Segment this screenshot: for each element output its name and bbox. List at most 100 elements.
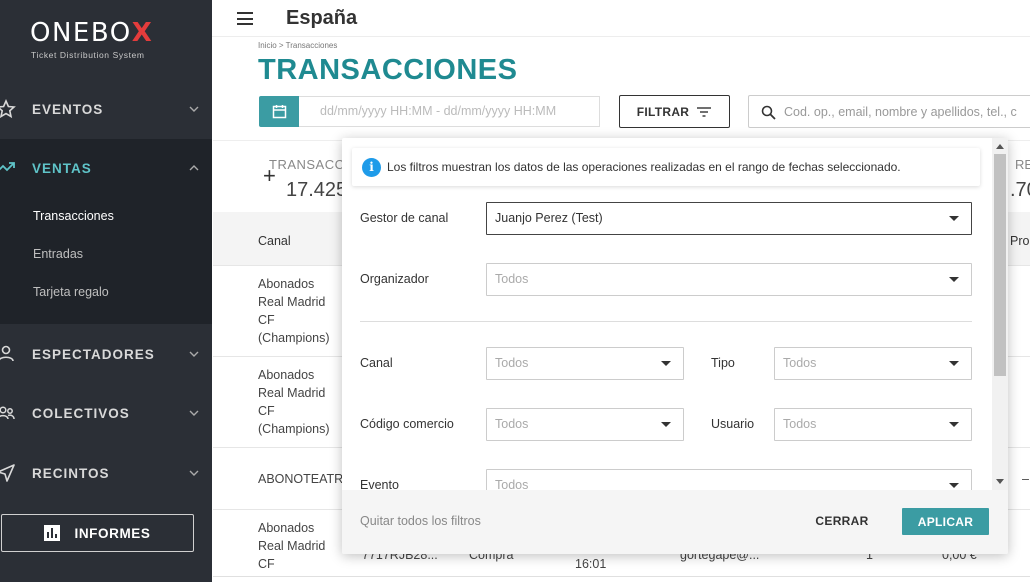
nav-eventos-label: EVENTOS bbox=[32, 101, 104, 117]
cell-text: ABONOTEATR bbox=[258, 472, 344, 486]
star-icon bbox=[0, 99, 16, 119]
calendar-icon bbox=[272, 105, 286, 119]
search-input[interactable] bbox=[784, 96, 1030, 127]
table-row[interactable]: ABONOTEATR bbox=[258, 470, 343, 488]
onebox-logo[interactable]: ONEBOX Ticket Distribution System bbox=[0, 0, 212, 80]
dropdown-arrow-icon bbox=[949, 483, 959, 488]
label-canal: Canal bbox=[360, 356, 393, 370]
filter-button[interactable]: FILTRAR bbox=[619, 95, 730, 128]
dropdown-arrow-icon bbox=[949, 422, 959, 427]
search-box bbox=[748, 95, 1030, 128]
column-header-right[interactable]: Pro bbox=[1010, 234, 1029, 248]
summary-label: TRANSACC bbox=[269, 157, 345, 172]
cell-text: CF bbox=[258, 313, 275, 327]
nav-recintos-label: RECINTOS bbox=[32, 465, 110, 481]
dropdown-arrow-icon bbox=[661, 361, 671, 366]
table-row[interactable]: Abonados Real Madrid CF (Champions) bbox=[258, 366, 330, 438]
scroll-up-icon[interactable] bbox=[996, 144, 1004, 149]
nav-colectivos[interactable]: COLECTIVOS bbox=[0, 384, 212, 442]
nav-espectadores-label: ESPECTADORES bbox=[32, 346, 155, 362]
topbar: España bbox=[212, 0, 1030, 37]
summary-value: 17.425 bbox=[286, 179, 348, 201]
close-button[interactable]: CERRAR bbox=[808, 507, 876, 535]
section-divider bbox=[360, 321, 972, 322]
breadcrumb[interactable]: Inicio > Transacciones bbox=[258, 41, 337, 50]
nav-espectadores[interactable]: ESPECTADORES bbox=[0, 325, 212, 383]
chevron-down-icon bbox=[189, 106, 199, 112]
sidebar-item-transacciones[interactable]: Transacciones bbox=[33, 209, 114, 223]
nav-recintos[interactable]: RECINTOS bbox=[0, 444, 212, 502]
filter-label: FILTRAR bbox=[636, 104, 690, 119]
label-organizador: Organizador bbox=[360, 272, 429, 286]
chevron-down-icon bbox=[189, 410, 199, 416]
sidebar-item-tarjeta-regalo[interactable]: Tarjeta regalo bbox=[33, 285, 109, 299]
informes-button[interactable]: INFORMES bbox=[1, 514, 194, 552]
nav-colectivos-label: COLECTIVOS bbox=[32, 405, 130, 421]
table-row[interactable]: Abonados Real Madrid CF (Champions) bbox=[258, 275, 330, 347]
apply-button[interactable]: APLICAR bbox=[902, 508, 989, 535]
date-range-input[interactable]: dd/mm/yyyy HH:MM - dd/mm/yyyy HH:MM bbox=[299, 96, 600, 127]
tipo-value: Todos bbox=[783, 356, 817, 370]
chevron-down-icon bbox=[189, 470, 199, 476]
clear-filters-link[interactable]: Quitar todos los filtros bbox=[360, 514, 481, 528]
cell-text: CF bbox=[258, 557, 275, 571]
label-codigo-comercio: Código comercio bbox=[360, 417, 454, 431]
usuario-select[interactable]: Todos bbox=[774, 408, 972, 441]
codigo-comercio-value: Todos bbox=[495, 417, 529, 431]
tipo-select[interactable]: Todos bbox=[774, 347, 972, 380]
trend-icon bbox=[0, 162, 15, 172]
cell-text: (Champions) bbox=[258, 422, 330, 436]
dropdown-arrow-icon bbox=[949, 277, 959, 282]
dialog-footer: Quitar todos los filtros CERRAR APLICAR bbox=[342, 490, 1008, 554]
dropdown-arrow-icon bbox=[949, 361, 959, 366]
cell-hora: 16:01 bbox=[575, 557, 607, 571]
gestor-canal-value: Juanjo Perez (Test) bbox=[495, 211, 603, 225]
page-title: TRANSACCIONES bbox=[258, 54, 518, 86]
dropdown-arrow-icon bbox=[661, 422, 671, 427]
summary-value-right: .70 bbox=[1010, 179, 1030, 201]
scroll-thumb[interactable] bbox=[994, 154, 1006, 376]
search-icon bbox=[761, 105, 776, 120]
cell-text: Abonados bbox=[258, 277, 315, 291]
location-icon bbox=[0, 464, 15, 482]
group-icon bbox=[0, 406, 15, 420]
calendar-button[interactable] bbox=[259, 96, 299, 127]
nav-ventas[interactable]: VENTAS bbox=[0, 139, 212, 197]
logo-x: X bbox=[131, 18, 154, 48]
person-icon bbox=[0, 345, 14, 362]
info-text: Los filtros muestran los datos de las op… bbox=[387, 160, 901, 174]
gestor-canal-select[interactable]: Juanjo Perez (Test) bbox=[486, 202, 972, 235]
bar-chart-icon bbox=[44, 525, 61, 541]
canal-select[interactable]: Todos bbox=[486, 347, 684, 380]
canal-value: Todos bbox=[495, 356, 529, 370]
sidebar-item-entradas[interactable]: Entradas bbox=[33, 247, 83, 261]
cell-text: (Champions) bbox=[258, 331, 330, 345]
filter-icon bbox=[697, 106, 712, 117]
filter-dialog: i Los filtros muestran los datos de las … bbox=[342, 138, 1008, 554]
label-usuario: Usuario bbox=[711, 417, 755, 431]
dialog-scrollbar[interactable] bbox=[992, 138, 1008, 490]
chevron-up-icon bbox=[189, 165, 199, 171]
codigo-comercio-select[interactable]: Todos bbox=[486, 408, 684, 441]
informes-label: INFORMES bbox=[74, 525, 151, 541]
entity-title: España bbox=[286, 7, 358, 29]
dropdown-arrow-icon bbox=[949, 216, 959, 221]
logo-tagline: Ticket Distribution System bbox=[31, 50, 145, 60]
cell-text: Abonados bbox=[258, 368, 315, 382]
table-row[interactable]: Abonados Real Madrid CF bbox=[258, 519, 325, 573]
organizador-value: Todos bbox=[495, 272, 529, 286]
cell-text: – bbox=[1022, 472, 1029, 486]
cell-text: Real Madrid bbox=[258, 539, 326, 553]
column-header-canal[interactable]: Canal bbox=[258, 234, 291, 248]
ventas-submenu: Transacciones Entradas Tarjeta regalo bbox=[0, 196, 212, 324]
cell-text: Real Madrid bbox=[258, 295, 326, 309]
menu-icon[interactable] bbox=[237, 12, 253, 25]
organizador-select[interactable]: Todos bbox=[486, 263, 972, 296]
logo-text: ONEBO bbox=[30, 18, 132, 48]
cell-text: CF bbox=[258, 404, 275, 418]
cell-text: Abonados bbox=[258, 521, 315, 535]
nav-eventos[interactable]: EVENTOS bbox=[0, 80, 212, 138]
table-bottom-border bbox=[213, 576, 1030, 577]
nav-ventas-label: VENTAS bbox=[32, 160, 92, 176]
scroll-down-icon[interactable] bbox=[996, 479, 1004, 484]
